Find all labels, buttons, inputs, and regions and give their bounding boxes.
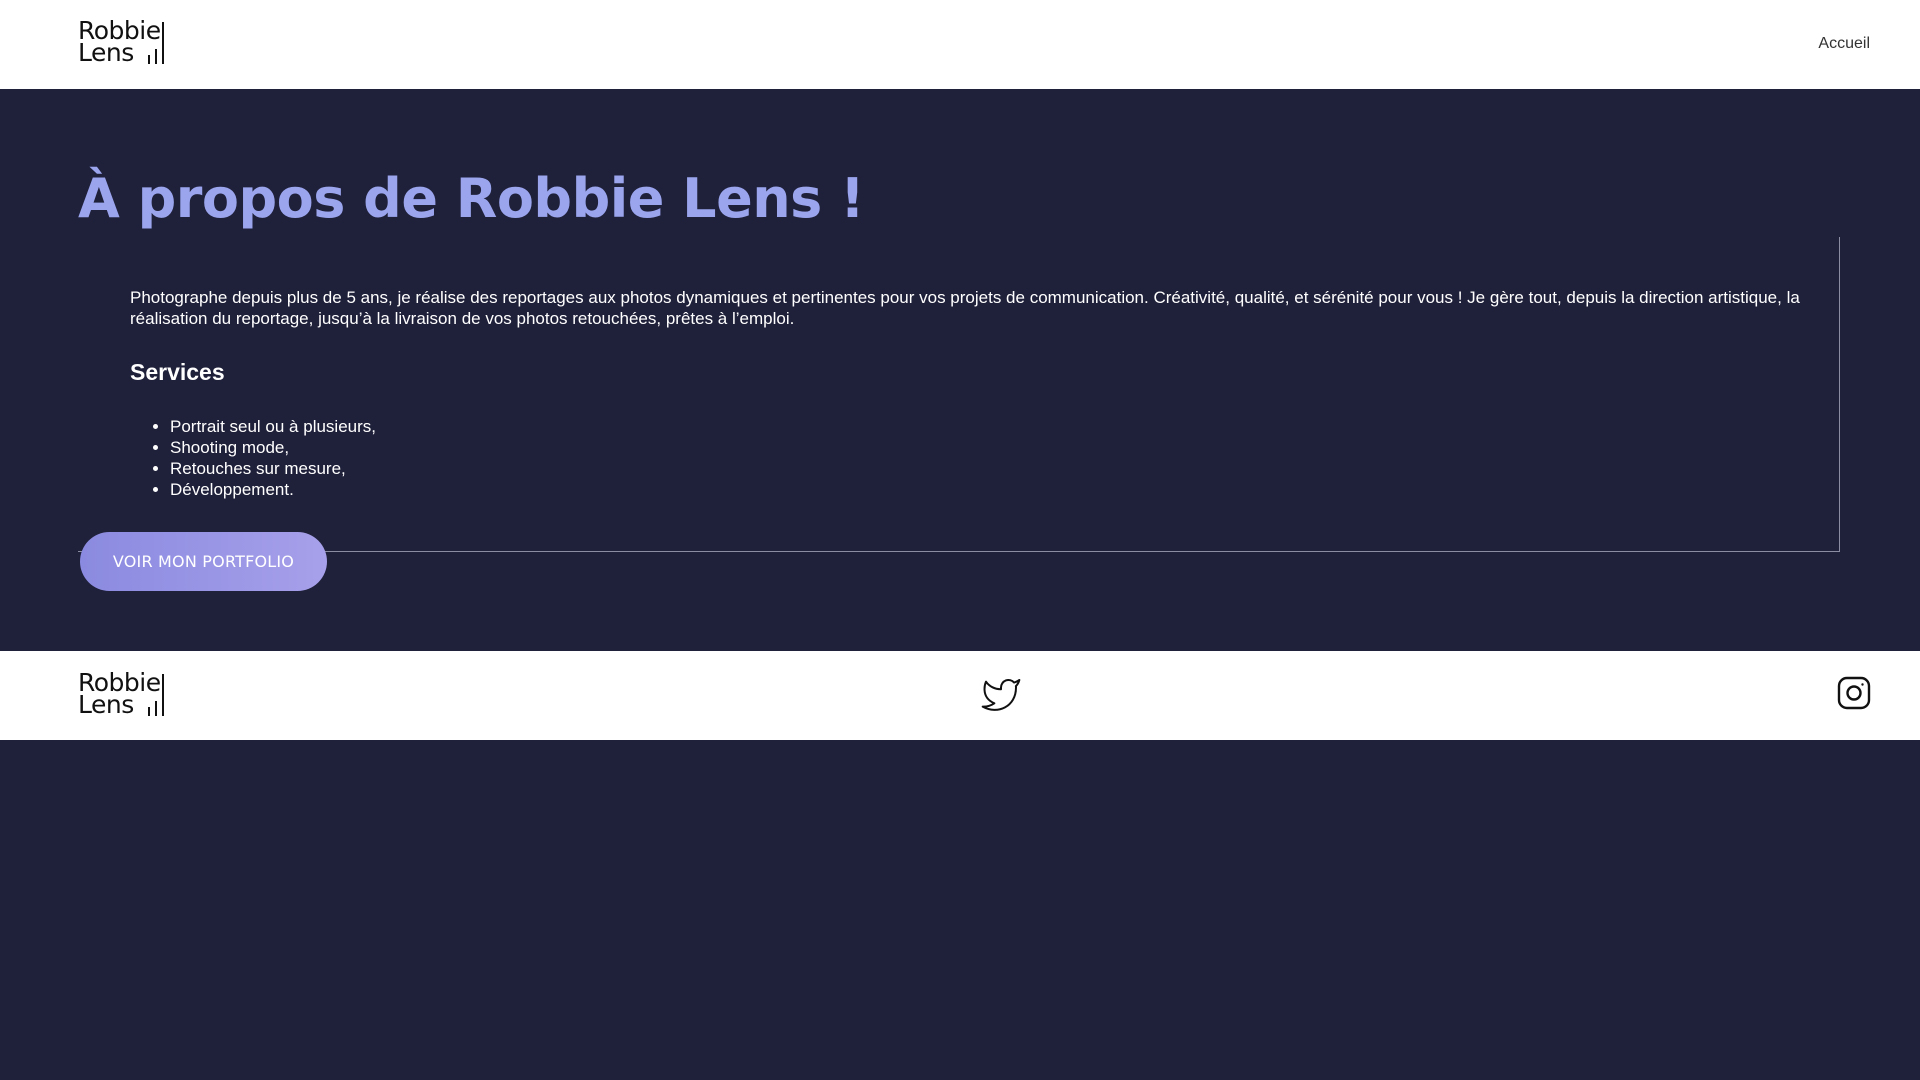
- about-text: Photographe depuis plus de 5 ans, je réa…: [130, 288, 1800, 328]
- instagram-link[interactable]: [1837, 676, 1871, 710]
- site-header: Robbie Lens Accueil: [0, 0, 1920, 89]
- service-item: Développement.: [170, 479, 376, 500]
- footer-logo[interactable]: Robbie Lens: [78, 670, 166, 720]
- logo-line-2: Lens: [78, 690, 134, 719]
- logo-bar: [148, 707, 150, 716]
- services-title: Services: [130, 359, 225, 385]
- twitter-icon: [981, 679, 1021, 711]
- about-section: À propos de Robbie Lens ! Photographe de…: [0, 89, 1920, 651]
- service-item: Portrait seul ou à plusieurs,: [170, 416, 376, 437]
- service-item: Retouches sur mesure,: [170, 458, 376, 479]
- services-list: Portrait seul ou à plusieurs, Shooting m…: [130, 416, 376, 500]
- logo-bar: [148, 55, 150, 64]
- instagram-icon: [1837, 676, 1871, 710]
- logo-line-2: Lens: [78, 38, 134, 67]
- header-logo[interactable]: Robbie Lens: [78, 18, 166, 68]
- twitter-link[interactable]: [980, 675, 1022, 715]
- nav-link-accueil[interactable]: Accueil: [1818, 35, 1870, 53]
- logo-bar: [155, 701, 157, 716]
- logo-bar: [162, 674, 164, 716]
- page-background: [0, 740, 1920, 1080]
- logo-bar: [162, 22, 164, 64]
- logo-bar: [155, 49, 157, 64]
- content-frame: [78, 237, 1840, 552]
- site-footer: Robbie Lens: [0, 651, 1920, 740]
- portfolio-button[interactable]: VOIR MON PORTFOLIO: [80, 532, 327, 591]
- service-item: Shooting mode,: [170, 437, 376, 458]
- page-title: À propos de Robbie Lens !: [78, 167, 865, 230]
